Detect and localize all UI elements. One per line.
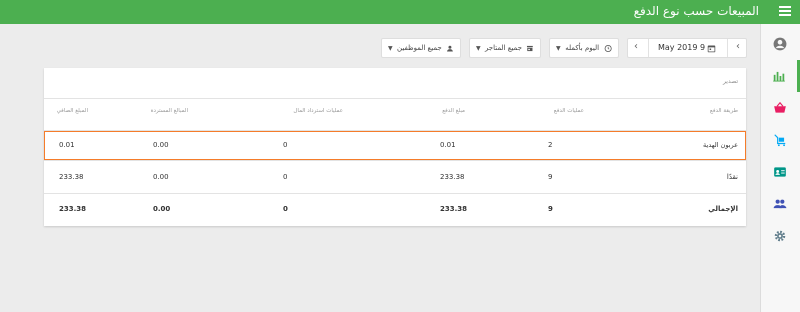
page-title: المبيعات حسب نوع الدفع: [633, 4, 759, 18]
basket-icon[interactable]: [760, 92, 800, 124]
table-cell-refunds: 0: [283, 173, 288, 181]
selected-row-highlight: [44, 131, 746, 160]
reports-icon[interactable]: [760, 60, 800, 92]
store-icon: [527, 45, 534, 51]
employee-filter[interactable]: جميع الموظفين ▼: [381, 38, 461, 58]
total-label: الإجمالي: [708, 205, 738, 213]
column-header-payment-amount: مبلغ الدفع: [442, 108, 465, 114]
total-refunds: 0: [283, 205, 288, 213]
sidebar: [760, 24, 800, 312]
menu-icon[interactable]: [779, 6, 791, 16]
table-cell-refund-amount: 0.00: [153, 173, 169, 181]
table-cell-net-amount: 233.38: [59, 173, 84, 181]
export-button[interactable]: تصدير: [723, 78, 738, 85]
account-icon[interactable]: [760, 28, 800, 60]
chevron-down-icon: ▼: [556, 44, 561, 52]
table-cell-payments: 9: [548, 173, 553, 181]
date-value: May 2019 9: [658, 43, 706, 52]
column-header-payment-type: طريقة الدفع: [709, 108, 738, 114]
total-payment-amount: 233.38: [440, 205, 468, 213]
items-icon[interactable]: [760, 124, 800, 156]
column-header-net-amount: المبلغ الصافي: [56, 108, 88, 114]
time-filter-label: اليوم بأكمله: [565, 44, 600, 52]
next-date-button[interactable]: ‹: [736, 41, 740, 52]
employee-card-icon[interactable]: [760, 156, 800, 188]
customers-icon[interactable]: [760, 188, 800, 220]
calendar-icon: [707, 45, 716, 53]
store-filter[interactable]: جميع المتاجر ▼: [469, 38, 541, 58]
previous-date-button[interactable]: ‹: [634, 41, 638, 52]
total-payments: 9: [548, 205, 553, 213]
store-filter-label: جميع المتاجر: [484, 44, 522, 52]
person-icon: [447, 45, 454, 51]
chevron-down-icon: ▼: [388, 44, 393, 52]
settings-icon[interactable]: [760, 220, 800, 252]
table-cell-payment-amount: 233.38: [440, 173, 465, 181]
column-header-refund-amount: المبالغ المستردة: [150, 108, 188, 114]
clock-icon: [604, 44, 612, 52]
employee-filter-label: جميع الموظفين: [397, 44, 442, 52]
date-picker[interactable]: ‹ May 2019 9 ‹: [627, 38, 747, 58]
total-net-amount: 233.38: [59, 205, 87, 213]
total-refund-amount: 0.00: [153, 205, 171, 213]
column-header-payments: عمليات الدفع: [553, 108, 584, 114]
table-cell-payment-type: نقدًا: [726, 173, 738, 181]
chevron-down-icon: ▼: [476, 44, 481, 52]
time-filter[interactable]: اليوم بأكمله ▼: [549, 38, 619, 58]
app-bar: المبيعات حسب نوع الدفع: [0, 0, 800, 24]
column-header-refunds: عمليات استرداد المال: [293, 108, 343, 114]
